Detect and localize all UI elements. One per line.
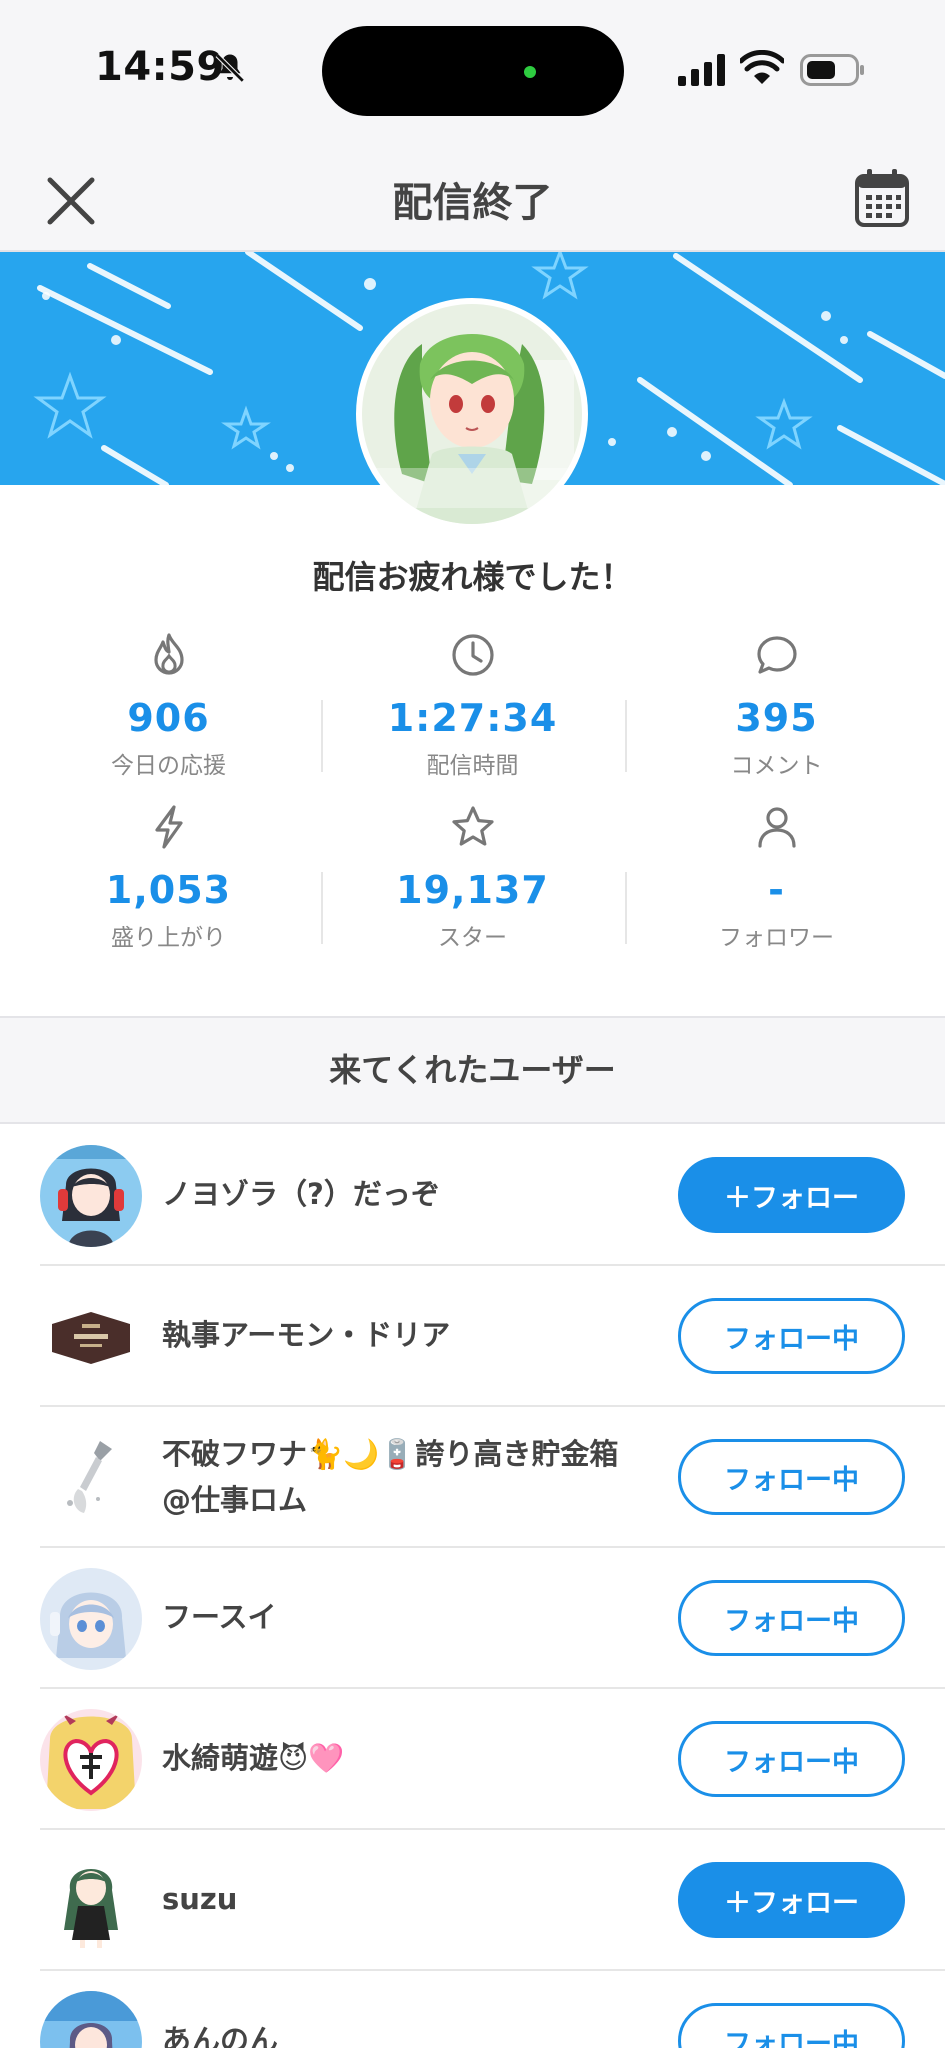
stat-value: 395 [735, 696, 818, 740]
avatar[interactable] [40, 1709, 142, 1811]
page-title: 配信終了 [392, 180, 553, 226]
stat-label: 配信時間 [426, 753, 519, 779]
avatar[interactable] [40, 1145, 142, 1247]
stat-value: - [768, 868, 785, 912]
list-item[interactable]: ノヨゾラ（?）だっぞ ＋フォロー [0, 1125, 945, 1266]
following-button[interactable]: フォロー中 [678, 1580, 905, 1656]
user-name: 水綺萌遊😈🩷 [162, 1741, 345, 1775]
bell-muted-icon [215, 53, 245, 83]
status-bar: 14:59 [0, 0, 945, 140]
stat-label: 今日の応援 [111, 753, 226, 779]
flame-icon [153, 633, 184, 675]
avatar[interactable] [40, 1286, 142, 1388]
visitors-header: 来てくれたユーザー [0, 1016, 945, 1124]
section-title: 来てくれたユーザー [329, 1051, 616, 1089]
user-name: 執事アーモン・ドリア [162, 1318, 451, 1352]
avatar[interactable] [40, 1568, 142, 1670]
stat-label: フォロワー [719, 925, 834, 951]
following-button[interactable]: フォロー中 [678, 1721, 905, 1797]
list-item[interactable]: 不破フワナ🐈🌙🪫誇り高き貯金箱@仕事ロム フォロー中 [0, 1407, 945, 1548]
avatar[interactable] [40, 1991, 142, 2048]
stat-value: 1,053 [105, 868, 232, 912]
user-name: ノヨゾラ（?）だっぞ [162, 1177, 440, 1211]
user-name: あんのん [162, 2023, 279, 2048]
dynamic-island [322, 26, 624, 116]
stat-value: 19,137 [396, 868, 549, 912]
list-item[interactable]: 執事アーモン・ドリア フォロー中 [0, 1266, 945, 1407]
stat-duration: 1:27:34 配信時間 [320, 632, 625, 780]
clock-icon [451, 634, 494, 676]
stat-followers: - フォロワー [624, 804, 929, 952]
list-item[interactable]: フースイ フォロー中 [0, 1548, 945, 1689]
avatar[interactable] [40, 1850, 142, 1952]
stream-thumbnail [356, 298, 588, 530]
stat-value: 906 [127, 696, 210, 740]
stat-value: 1:27:34 [387, 696, 558, 740]
stat-support: 906 今日の応援 [16, 632, 321, 780]
following-button[interactable]: フォロー中 [678, 1298, 905, 1374]
following-button[interactable]: フォロー中 [678, 2003, 905, 2048]
follow-button[interactable]: ＋フォロー [678, 1157, 905, 1233]
avatar[interactable] [40, 1427, 142, 1529]
nav-bar: 配信終了 [0, 140, 945, 252]
star-icon [451, 806, 494, 846]
person-icon [757, 807, 796, 848]
stat-label: コメント [730, 753, 823, 779]
stat-stars: 19,137 スター [320, 804, 625, 952]
user-name: フースイ [162, 1600, 277, 1634]
stat-comments: 395 コメント [624, 632, 929, 780]
user-name: 不破フワナ🐈🌙🪫誇り高き貯金箱@仕事ロム [162, 1437, 619, 1517]
stat-excitement: 1,053 盛り上がり [16, 804, 321, 952]
list-item[interactable]: あんのん フォロー中 [0, 1971, 945, 2048]
wifi-icon [740, 50, 784, 84]
list-item[interactable]: suzu ＋フォロー [0, 1830, 945, 1971]
list-item[interactable]: 水綺萌遊😈🩷 フォロー中 [0, 1689, 945, 1830]
comment-icon [756, 636, 797, 674]
status-time: 14:59 [95, 44, 225, 90]
follow-button[interactable]: ＋フォロー [678, 1862, 905, 1938]
battery-icon [800, 54, 864, 86]
user-name: suzu [162, 1882, 238, 1916]
following-button[interactable]: フォロー中 [678, 1439, 905, 1515]
calendar-icon[interactable] [854, 168, 910, 228]
camera-indicator-icon [524, 66, 536, 78]
stat-label: スター [438, 925, 507, 951]
cellular-signal-icon [678, 54, 725, 86]
thanks-message: 配信お疲れ様でした！ [312, 558, 633, 596]
stat-label: 盛り上がり [111, 925, 226, 951]
lightning-icon [154, 805, 183, 849]
